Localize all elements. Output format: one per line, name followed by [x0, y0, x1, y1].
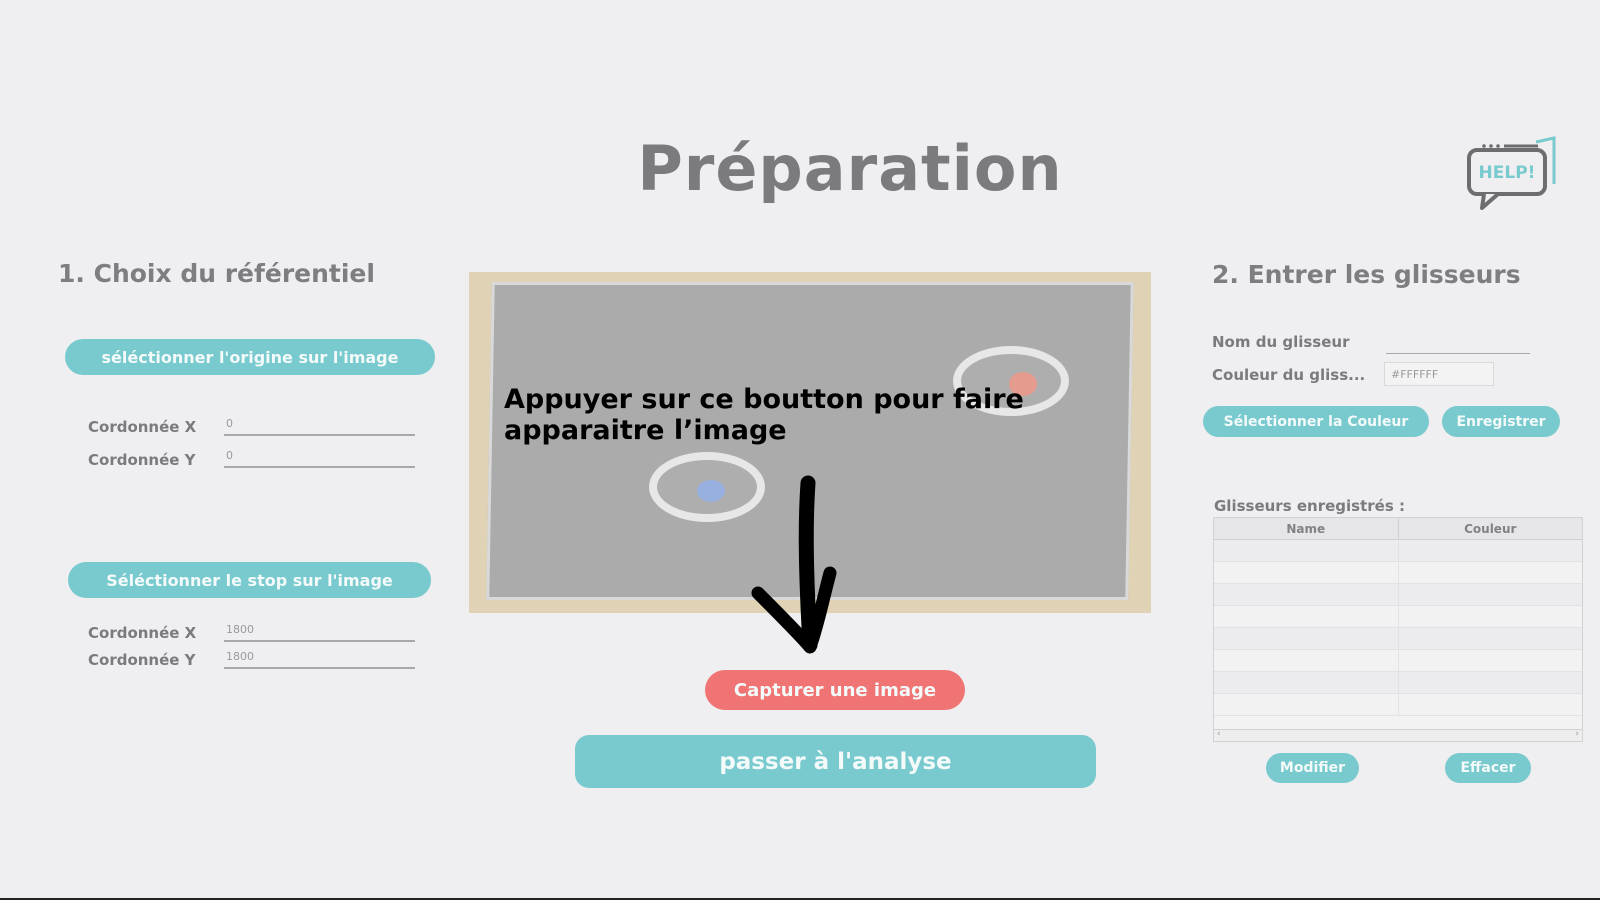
- stop-x-field[interactable]: [224, 620, 415, 642]
- table-row: [1214, 672, 1582, 694]
- horizontal-scrollbar[interactable]: ‹ ›: [1214, 729, 1582, 741]
- origin-y-label: Cordonnée Y: [88, 451, 196, 469]
- glisseur-color-field[interactable]: [1384, 362, 1494, 386]
- referentiel-section-title: 1. Choix du référentiel: [58, 259, 375, 288]
- select-origin-button[interactable]: séléctionner l'origine sur l'image: [65, 339, 435, 375]
- instruction-text: Appuyer sur ce boutton pour faire appara…: [504, 384, 1104, 446]
- table-row: [1214, 540, 1582, 562]
- stop-y-label: Cordonnée Y: [88, 651, 196, 669]
- modify-glisseur-button[interactable]: Modifier: [1266, 753, 1359, 783]
- select-color-button[interactable]: Sélectionner la Couleur: [1203, 406, 1429, 437]
- table-row: [1214, 694, 1582, 716]
- help-label: HELP!: [1479, 163, 1536, 183]
- instruction-line-2: apparaitre l’image: [504, 415, 787, 446]
- scroll-left-icon[interactable]: ‹: [1217, 729, 1221, 739]
- table-row: [1214, 628, 1582, 650]
- go-to-analysis-button[interactable]: passer à l'analyse: [575, 735, 1096, 788]
- origin-x-label: Cordonnée X: [88, 418, 197, 436]
- save-glisseur-button[interactable]: Enregistrer: [1442, 406, 1560, 437]
- page-title: Préparation: [637, 132, 1063, 205]
- help-icon[interactable]: HELP!: [1466, 136, 1558, 210]
- select-stop-button[interactable]: Séléctionner le stop sur l'image: [68, 562, 431, 598]
- table-row: [1214, 606, 1582, 628]
- glisseur-color-label: Couleur du gliss...: [1212, 366, 1366, 384]
- capture-image-button[interactable]: Capturer une image: [705, 670, 965, 710]
- table-header: Name Couleur: [1214, 518, 1582, 540]
- arrow-down-icon: [751, 475, 837, 654]
- scroll-right-icon[interactable]: ›: [1575, 729, 1579, 739]
- table-row: [1214, 584, 1582, 606]
- column-header-couleur[interactable]: Couleur: [1397, 518, 1583, 539]
- glisseur-name-input[interactable]: [1386, 330, 1530, 354]
- stop-y-field[interactable]: [224, 647, 415, 669]
- column-header-name[interactable]: Name: [1214, 518, 1398, 539]
- glisseurs-table[interactable]: Name Couleur ‹ ›: [1213, 517, 1583, 742]
- table-row: [1214, 650, 1582, 672]
- origin-x-field[interactable]: [224, 414, 415, 436]
- glisseurs-section-title: 2. Entrer les glisseurs: [1212, 260, 1521, 289]
- delete-glisseur-button[interactable]: Effacer: [1445, 753, 1531, 783]
- table-row: [1214, 562, 1582, 584]
- stop-x-label: Cordonnée X: [88, 624, 197, 642]
- instruction-line-1: Appuyer sur ce boutton pour faire: [504, 384, 1024, 415]
- glisseur-name-label: Nom du glisseur: [1212, 333, 1350, 351]
- origin-y-field[interactable]: [224, 446, 415, 468]
- table-body: [1214, 540, 1582, 716]
- saved-glisseurs-label: Glisseurs enregistrés :: [1214, 497, 1405, 515]
